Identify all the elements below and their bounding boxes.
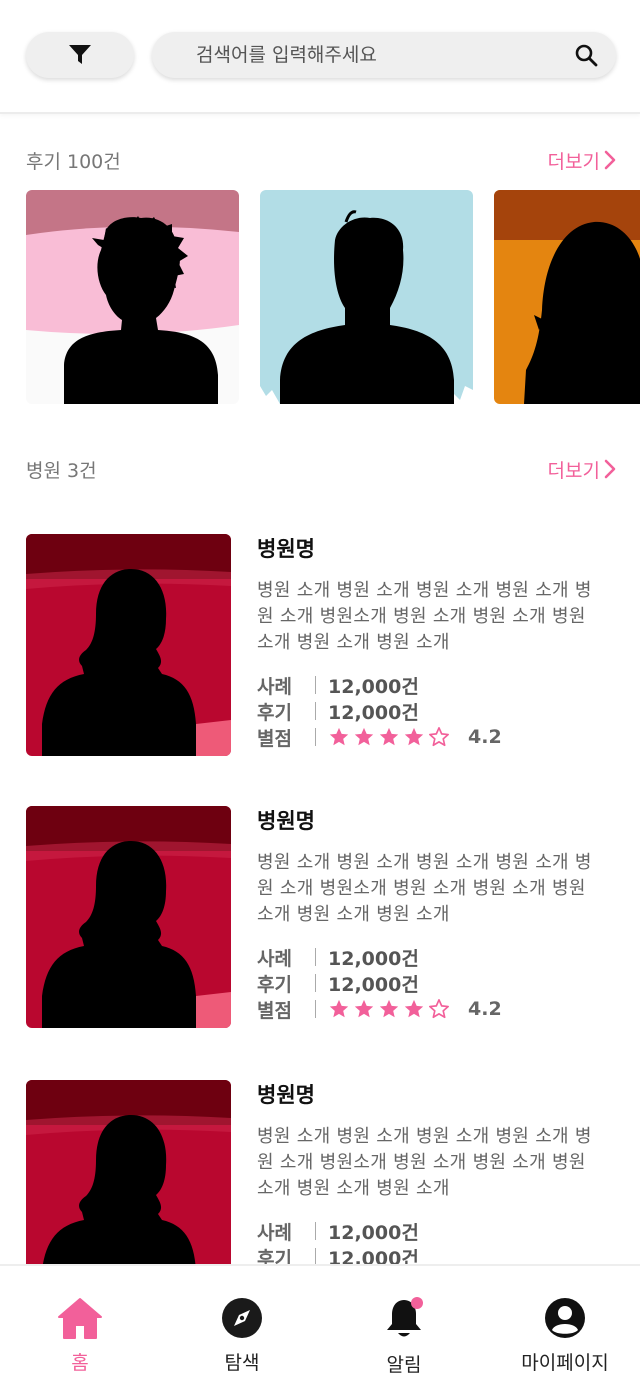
hospital-description: 병원 소개 병원 소개 병원 소개 병원 소개 병원 소개 병원소개 병원 소개…	[257, 852, 592, 925]
filter-icon	[69, 45, 91, 64]
star-empty-icon	[429, 999, 449, 1019]
search-input[interactable]	[196, 32, 556, 78]
user-icon	[545, 1298, 585, 1338]
divider	[315, 702, 316, 720]
hospital-description: 병원 소개 병원 소개 병원 소개 병원 소개 병원 소개 병원소개 병원 소개…	[257, 1126, 592, 1199]
hospitals-more-label: 더보기	[547, 459, 600, 482]
hospital-thumbnail	[26, 806, 231, 1028]
nav-item-mypage[interactable]: 마이페이지	[505, 1296, 625, 1376]
bottom-navigation: 홈 탐색 알림 마이페이지	[0, 1264, 640, 1400]
reviews-section-header: 후기 100건 더보기	[26, 145, 616, 175]
nav-label-explore: 탐색	[224, 1352, 260, 1374]
case-label: 사례	[257, 1221, 292, 1244]
hospital-name: 병원명	[257, 537, 315, 561]
nav-item-home[interactable]: 홈	[20, 1296, 140, 1376]
review-count-row: 후기 12,000건	[257, 698, 607, 724]
home-icon	[58, 1298, 102, 1339]
hospital-list-item[interactable]: 병원명 병원 소개 병원 소개 병원 소개 병원 소개 병원 소개 병원소개 병…	[26, 806, 616, 1030]
star-filled-icon	[379, 999, 399, 1018]
rating-value: 4.2	[468, 998, 502, 1020]
review-card[interactable]	[26, 190, 239, 404]
filter-button[interactable]	[26, 32, 134, 78]
case-label: 사례	[257, 675, 292, 698]
divider	[315, 1000, 316, 1018]
notification-badge	[411, 1297, 423, 1309]
hospitals-count-title: 병원 3건	[26, 459, 97, 482]
case-count-row: 사례 12,000건	[257, 944, 607, 970]
star-filled-icon	[379, 727, 399, 746]
search-bar	[152, 32, 616, 78]
divider	[315, 974, 316, 992]
rating-row: 별점 4.2	[257, 996, 607, 1022]
star-filled-icon	[354, 999, 374, 1018]
nav-label-mypage: 마이페이지	[521, 1352, 609, 1374]
nav-label-notifications: 알림	[386, 1354, 422, 1376]
divider	[315, 728, 316, 746]
review-card[interactable]	[494, 190, 640, 404]
case-count-row: 사례 12,000건	[257, 1218, 607, 1244]
divider	[315, 676, 316, 694]
star-filled-icon	[329, 999, 349, 1018]
hospital-stats: 사례 12,000건 후기 12,000건 별점 4.2	[257, 944, 607, 1022]
bell-icon	[387, 1297, 423, 1337]
search-icon[interactable]	[574, 43, 598, 67]
app-header	[0, 0, 640, 114]
review-carousel[interactable]	[26, 190, 640, 404]
nav-label-home: 홈	[71, 1352, 89, 1374]
hospital-thumbnail	[26, 534, 231, 756]
review-label: 후기	[257, 973, 292, 996]
case-count: 12,000건	[328, 1221, 419, 1244]
divider	[315, 948, 316, 966]
review-label: 후기	[257, 701, 292, 724]
hospital-name: 병원명	[257, 1083, 315, 1107]
star-filled-icon	[404, 999, 424, 1018]
chevron-right-icon	[604, 150, 616, 170]
review-count: 12,000건	[328, 973, 419, 996]
nav-item-notifications[interactable]: 알림	[344, 1296, 464, 1376]
star-filled-icon	[354, 727, 374, 746]
hospital-info: 병원명 병원 소개 병원 소개 병원 소개 병원 소개 병원 소개 병원소개 병…	[257, 806, 607, 1022]
compass-icon	[222, 1298, 262, 1338]
reviews-more-label: 더보기	[547, 150, 600, 173]
review-count: 12,000건	[328, 701, 419, 724]
chevron-right-icon	[604, 459, 616, 479]
star-empty-icon	[429, 727, 449, 747]
rating-row: 별점 4.2	[257, 724, 607, 750]
star-rating	[328, 726, 450, 748]
case-label: 사례	[257, 947, 292, 970]
hospitals-section-header: 병원 3건 더보기	[26, 454, 616, 484]
review-thumbnail	[260, 190, 473, 404]
star-filled-icon	[404, 727, 424, 746]
hospital-description: 병원 소개 병원 소개 병원 소개 병원 소개 병원 소개 병원소개 병원 소개…	[257, 580, 592, 653]
reviews-count-title: 후기 100건	[26, 150, 121, 173]
rating-label: 별점	[257, 999, 292, 1022]
reviews-more-link[interactable]: 더보기	[548, 147, 616, 174]
review-thumbnail	[26, 190, 239, 404]
hospital-name: 병원명	[257, 809, 315, 833]
hospitals-more-link[interactable]: 더보기	[548, 456, 616, 483]
case-count-row: 사례 12,000건	[257, 672, 607, 698]
hospital-info: 병원명 병원 소개 병원 소개 병원 소개 병원 소개 병원 소개 병원소개 병…	[257, 534, 607, 750]
hospital-list-item[interactable]: 병원명 병원 소개 병원 소개 병원 소개 병원 소개 병원 소개 병원소개 병…	[26, 534, 616, 758]
star-rating	[328, 998, 450, 1020]
star-filled-icon	[329, 727, 349, 746]
case-count: 12,000건	[328, 675, 419, 698]
case-count: 12,000건	[328, 947, 419, 970]
hospital-stats: 사례 12,000건 후기 12,000건 별점 4.2	[257, 672, 607, 750]
rating-value: 4.2	[468, 726, 502, 748]
divider	[315, 1222, 316, 1240]
nav-item-explore[interactable]: 탐색	[182, 1296, 302, 1376]
review-card[interactable]	[260, 190, 473, 404]
review-count-row: 후기 12,000건	[257, 970, 607, 996]
review-thumbnail	[494, 190, 640, 404]
rating-label: 별점	[257, 727, 292, 750]
